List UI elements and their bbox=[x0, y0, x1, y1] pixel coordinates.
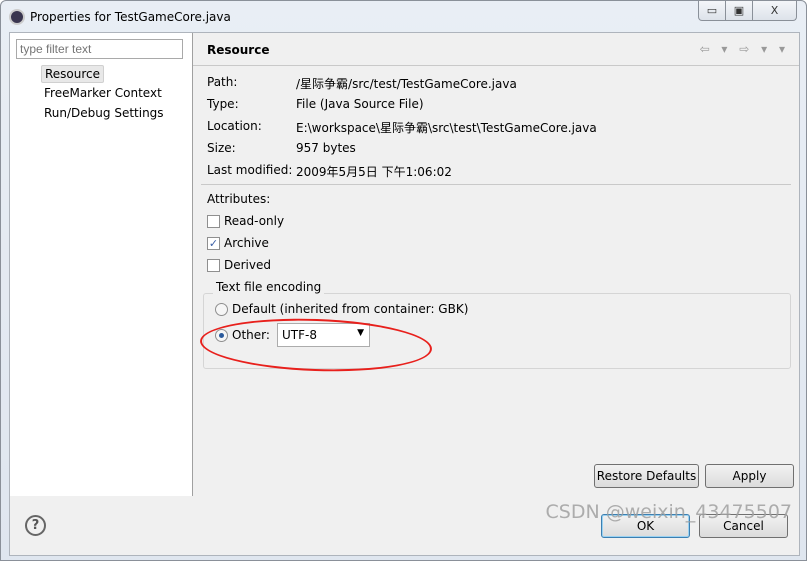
page-header: Resource ⇦ ▾ ⇨ ▾ ▾ bbox=[193, 33, 799, 66]
properties-dialog: Properties for TestGameCore.java ▭ ▣ X R… bbox=[0, 0, 807, 561]
window-title: Properties for TestGameCore.java bbox=[30, 10, 231, 24]
page-title: Resource bbox=[207, 43, 270, 57]
derived-checkbox[interactable]: Derived bbox=[207, 258, 271, 272]
read-only-checkbox[interactable]: Read-only bbox=[207, 214, 284, 228]
sidebar-item-resource[interactable]: Resource bbox=[41, 65, 105, 83]
filter-input[interactable] bbox=[16, 39, 183, 59]
archive-checkbox[interactable]: ✓ Archive bbox=[207, 236, 269, 250]
eclipse-icon bbox=[9, 9, 25, 25]
title-bar: Properties for TestGameCore.java bbox=[9, 7, 231, 27]
checkbox-box[interactable] bbox=[207, 214, 220, 228]
checkbox-box[interactable] bbox=[207, 258, 220, 272]
sidebar-item-run-debug-settings[interactable]: Run/Debug Settings bbox=[41, 105, 167, 121]
radio-button[interactable] bbox=[215, 302, 228, 316]
default-encoding-radio[interactable]: Default (inherited from container: GBK) bbox=[215, 302, 468, 316]
minimize-button[interactable]: ▭ bbox=[698, 1, 726, 21]
watermark: CSDN @weixin_43475507 bbox=[545, 501, 793, 523]
check-icon[interactable]: ✓ bbox=[207, 236, 220, 250]
restore-defaults-button[interactable]: Restore Defaults bbox=[594, 464, 699, 488]
help-icon[interactable]: ? bbox=[25, 515, 46, 536]
close-button[interactable]: X bbox=[752, 1, 797, 21]
maximize-button[interactable]: ▣ bbox=[725, 1, 753, 21]
info-path: Path:/星际争霸/src/test/TestGameCore.java bbox=[207, 75, 517, 91]
attributes-label: Attributes: bbox=[207, 192, 271, 206]
dialog-content: Resource FreeMarker Context Run/Debug Se… bbox=[9, 32, 800, 556]
info-type: Type: File (Java Source File) bbox=[207, 97, 424, 111]
info-last-modified: Last modified: 2009年5月5日 下午1:06:02 bbox=[207, 163, 452, 179]
sidebar: Resource FreeMarker Context Run/Debug Se… bbox=[10, 33, 193, 496]
resource-page: Resource ⇦ ▾ ⇨ ▾ ▾ Path:/星际争霸/src/test/T… bbox=[193, 33, 799, 496]
info-location: Location: E:\workspace\星际争霸\src\test\Test… bbox=[207, 119, 597, 135]
info-size: Size: 957 bytes bbox=[207, 141, 356, 155]
encoding-group-label: Text file encoding bbox=[213, 280, 325, 294]
navigation-arrows[interactable]: ⇦ ▾ ⇨ ▾ ▾ bbox=[700, 42, 789, 56]
apply-button[interactable]: Apply bbox=[705, 464, 794, 488]
divider bbox=[201, 184, 791, 185]
sidebar-item-freemarker-context[interactable]: FreeMarker Context bbox=[41, 85, 165, 101]
